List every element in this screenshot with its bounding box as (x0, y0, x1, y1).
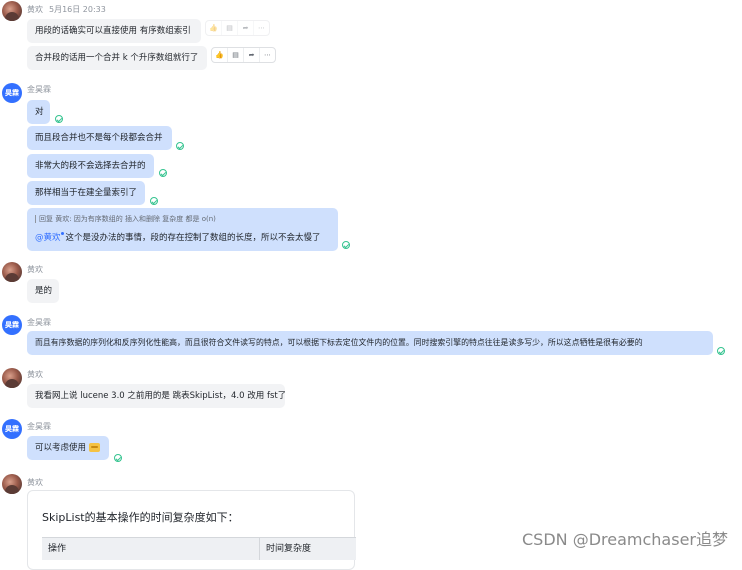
sender-name: 金昊霖 (27, 318, 51, 327)
avatar[interactable] (2, 368, 22, 388)
reply-text: @黄欢 这个是没办法的事情，段的存在控制了数组的长度，所以不会太慢了 (35, 231, 330, 243)
read-receipt-icon (159, 169, 167, 177)
sender-name: 金昊霖 (27, 85, 51, 94)
sender-name: 黄欢 (27, 478, 43, 487)
sender-name: 黄欢 (27, 370, 43, 379)
message-toolbar: 👍 ▤ ➦ ⋯ (205, 20, 270, 36)
avatar[interactable]: 昊霖 (2, 419, 22, 439)
message-text: 可以考虑使用 (35, 443, 87, 453)
sender-name: 黄欢 (27, 265, 43, 274)
message-bubble[interactable]: 而且有序数据的序列化和反序列化性能高，而且很符合文件读写的特点，可以根据下标去定… (27, 331, 713, 355)
doc-card[interactable]: SkipList的基本操作的时间复杂度如下： 操作 时间复杂度 (27, 490, 356, 570)
message-bubble[interactable]: 而且段合并也不是每个段都会合并 (27, 126, 172, 150)
message-bubble[interactable]: 我看网上说 lucene 3.0 之前用的是 跳表SkipList，4.0 改用… (27, 384, 285, 408)
card-title: SkipList的基本操作的时间复杂度如下： (42, 511, 239, 524)
reply-body: 这个是没办法的事情，段的存在控制了数组的长度，所以不会太慢了 (65, 233, 321, 243)
read-receipt-icon (55, 115, 63, 123)
message-bubble[interactable]: 是的 (27, 279, 59, 303)
comment-icon[interactable]: ▤ (222, 21, 238, 35)
sender-name: 金昊霖 (27, 422, 51, 431)
message-bubble[interactable]: 那样相当于在建全量索引了 (27, 181, 145, 205)
sender-name: 黄欢 5月16日 20:33 (27, 4, 106, 15)
mention-link[interactable]: @黄欢 (35, 233, 61, 243)
message-bubble[interactable]: 可以考虑使用 (27, 436, 109, 460)
read-receipt-icon (150, 197, 158, 205)
avatar[interactable] (2, 262, 22, 282)
more-icon[interactable]: ⋯ (254, 21, 269, 35)
forward-icon[interactable]: ➦ (244, 48, 260, 62)
read-receipt-icon (114, 454, 122, 462)
forward-icon[interactable]: ➦ (238, 21, 254, 35)
message-bubble[interactable]: 非常大的段不会选择去合并的 (27, 154, 154, 178)
message-bubble[interactable]: 合并段的话用一个合并 k 个升序数组就行了 (27, 46, 207, 70)
comment-icon[interactable]: ▤ (228, 48, 244, 62)
quoted-message: 回复 黄欢: 因为有序数组的 插入和删除 复杂度 都是 o(n) (35, 214, 330, 224)
mention-dot-icon (60, 232, 64, 235)
message-bubble[interactable]: 对 (27, 100, 50, 124)
message-time: 5月16日 20:33 (49, 5, 106, 14)
read-receipt-icon (342, 241, 350, 249)
quoted-message-text: 回复 黄欢: 因为有序数组的 插入和删除 复杂度 都是 o(n) (39, 215, 216, 223)
avatar[interactable]: 昊霖 (2, 315, 22, 335)
watermark: CSDN @Dreamchaser追梦 (522, 530, 728, 549)
avatar[interactable]: 昊霖 (2, 83, 22, 103)
quote-bar (35, 215, 36, 223)
message-toolbar: 👍 ▤ ➦ ⋯ (211, 47, 276, 63)
read-receipt-icon (717, 347, 725, 355)
more-icon[interactable]: ⋯ (260, 48, 275, 62)
sender-name-text: 黄欢 (27, 5, 43, 14)
reply-bubble[interactable]: 回复 黄欢: 因为有序数组的 插入和删除 复杂度 都是 o(n) @黄欢 这个是没… (27, 208, 338, 251)
message-bubble[interactable]: 用段的话确实可以直接使用 有序数组索引 (27, 19, 201, 43)
thumbs-up-icon[interactable]: 👍 (212, 48, 228, 62)
emoji-icon (89, 443, 101, 452)
read-receipt-icon (176, 142, 184, 150)
avatar[interactable] (2, 474, 22, 494)
thumbs-up-icon[interactable]: 👍 (206, 21, 222, 35)
avatar[interactable] (2, 1, 22, 21)
